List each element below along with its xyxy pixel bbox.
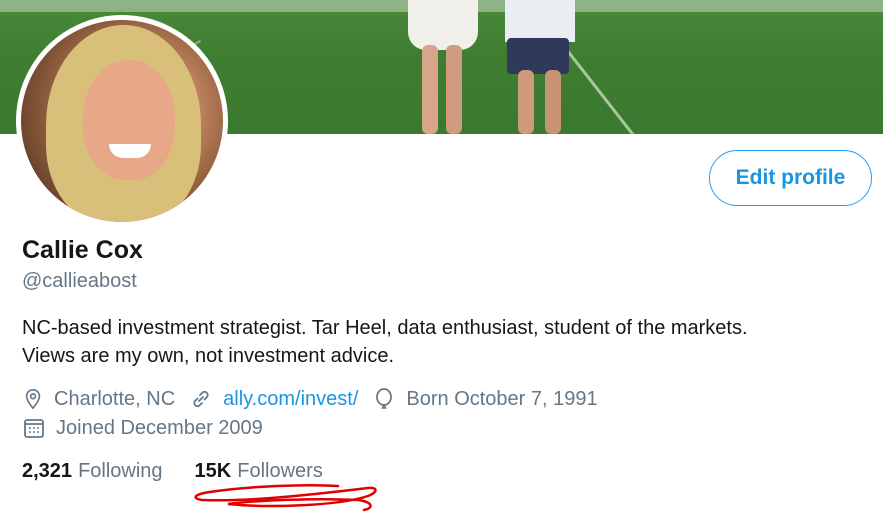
birthday-text: Born October 7, 1991	[406, 387, 598, 410]
banner-person-leg	[545, 70, 561, 134]
bio-line: NC-based investment strategist. Tar Heel…	[22, 317, 748, 339]
avatar-face	[83, 60, 175, 180]
following-label: Following	[78, 460, 163, 482]
profile-meta-row: Joined December 2009	[22, 416, 277, 440]
profile-handle: @callieabost	[22, 270, 137, 292]
edit-profile-button[interactable]: Edit profile	[709, 150, 872, 206]
field-line	[565, 48, 642, 134]
joined-item: Joined December 2009	[22, 416, 263, 440]
birthday-item: Born October 7, 1991	[372, 387, 598, 411]
joined-text: Joined December 2009	[56, 416, 263, 439]
calendar-icon	[24, 419, 44, 438]
banner-person-leg	[518, 70, 534, 134]
following-count: 2,321	[22, 460, 73, 482]
banner-person	[505, 0, 575, 42]
location-pin-icon	[25, 389, 41, 410]
avatar[interactable]	[16, 15, 228, 227]
banner-person-leg	[422, 45, 438, 134]
banner-person	[408, 0, 478, 50]
avatar-image	[21, 20, 223, 222]
banner-person-leg	[446, 45, 462, 134]
balloon-icon	[376, 388, 393, 409]
red-annotation-scribble	[194, 484, 377, 512]
following-stat[interactable]: 2,321 Following	[22, 460, 163, 483]
location-text: Charlotte, NC	[54, 387, 176, 410]
profile-meta-row: Charlotte, NC ally.com/invest/ Born Octo…	[22, 387, 612, 411]
bio-line: Views are my own, not investment advice.	[22, 345, 395, 367]
profile-bio: NC-based investment strategist. Tar Heel…	[22, 314, 862, 370]
banner-person-shorts	[507, 38, 569, 74]
profile-name: Callie Cox	[22, 236, 143, 264]
location-item: Charlotte, NC	[22, 387, 175, 411]
link-icon	[193, 390, 209, 408]
website-item[interactable]: ally.com/invest/	[189, 387, 358, 411]
website-link[interactable]: ally.com/invest/	[223, 388, 358, 411]
